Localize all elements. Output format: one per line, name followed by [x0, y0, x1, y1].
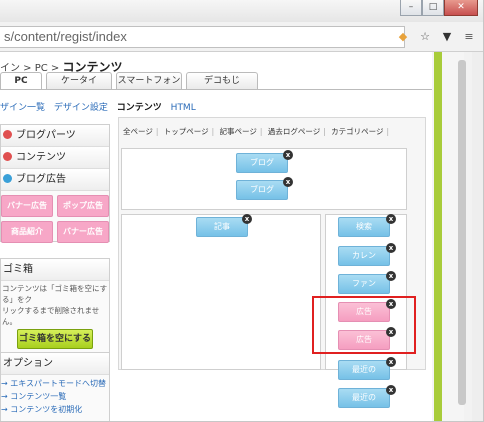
close-icon[interactable]: x	[283, 177, 293, 187]
device-tabs: PC ケータイ スマートフォン デコもじ	[0, 72, 262, 90]
blog-ad-label: ブログ広告	[16, 174, 66, 185]
pocket-icon[interactable]: ▼	[440, 30, 454, 44]
option-panel: オプション → エキスパートモードへ切替 → コンテンツ一覧 → コンテンツを初…	[0, 352, 110, 421]
banner-ad-button-2[interactable]: バナー広告	[57, 221, 109, 243]
blog-parts-icon	[3, 130, 12, 139]
blog-parts-header[interactable]: ブログパーツ	[1, 125, 109, 147]
article-part[interactable]: 記事	[196, 217, 248, 237]
tab-pc[interactable]: PC	[0, 72, 42, 90]
close-icon[interactable]: x	[283, 150, 293, 160]
sub-navigation: ザイン一覧 デザイン設定 コンテンツ HTML	[0, 100, 202, 113]
subnav-design-settings[interactable]: デザイン設定	[54, 103, 108, 113]
trash-title: ゴミ箱	[1, 259, 109, 281]
blog-title-part[interactable]: ブログ	[236, 153, 288, 173]
page-tab-article[interactable]: 記事ページ	[220, 127, 257, 136]
trash-panel: ゴミ箱 コンテンツは「ゴミ箱を空にする」をク リックするまで削除されません。 ゴ…	[0, 258, 110, 354]
parts-panel: ブログパーツ コンテンツ ブログ広告 バナー広告 ポップ広告 商品紹介 バナー広…	[0, 124, 110, 243]
option-contents-list-link[interactable]: → コンテンツ一覧	[1, 390, 106, 403]
option-expert-mode-link[interactable]: → エキスパートモードへ切替	[1, 377, 106, 390]
product-ad-button[interactable]: 商品紹介	[1, 221, 53, 243]
contents-icon	[3, 152, 12, 161]
menu-icon[interactable]: ≡	[462, 30, 476, 44]
fan-part[interactable]: ファン	[338, 274, 390, 294]
side-accent-bar	[434, 52, 442, 421]
close-icon[interactable]: x	[242, 214, 252, 224]
calendar-part[interactable]: カレン	[338, 246, 390, 266]
shield-icon[interactable]: ◆	[396, 30, 410, 44]
url-field[interactable]: s/content/regist/index	[0, 26, 405, 48]
trash-description: コンテンツは「ゴミ箱を空にする」をク リックするまで削除されません。	[1, 283, 109, 327]
close-button[interactable]: ✕	[444, 0, 478, 16]
banner-ad-button[interactable]: バナー広告	[1, 195, 53, 217]
empty-trash-button[interactable]: ゴミ箱を空にする	[17, 329, 93, 349]
trash-text-line-2: リックするまで削除されません。	[2, 306, 100, 326]
browser-window: – □ ✕ s/content/regist/index ◆ ☆ ▼ ≡ イン …	[0, 0, 484, 422]
close-icon[interactable]: x	[386, 357, 396, 367]
subnav-contents[interactable]: コンテンツ	[117, 103, 162, 113]
page-tab-archive[interactable]: 過去ログページ	[268, 127, 320, 136]
search-part[interactable]: 検索	[338, 217, 390, 237]
blog-ad-icon	[3, 174, 12, 183]
trash-text-line-1: コンテンツは「ゴミ箱を空にする」をク	[2, 284, 108, 304]
contents-header[interactable]: コンテンツ	[1, 147, 109, 169]
contents-label: コンテンツ	[16, 152, 66, 163]
title-bar: – □ ✕	[0, 0, 483, 22]
blog-desc-part[interactable]: ブログ	[236, 180, 288, 200]
tab-mobile[interactable]: ケータイ	[46, 72, 112, 90]
pop-ad-button[interactable]: ポップ広告	[57, 195, 109, 217]
page-tab-top[interactable]: トップページ	[164, 127, 209, 136]
minimize-button[interactable]: –	[400, 0, 422, 16]
tab-decomoji[interactable]: デコもじ	[186, 72, 258, 90]
recent-part-1[interactable]: 最近の	[338, 360, 390, 380]
blog-parts-label: ブログパーツ	[16, 130, 76, 141]
star-icon[interactable]: ☆	[418, 30, 432, 44]
close-icon[interactable]: x	[386, 385, 396, 395]
page-tab-category[interactable]: カテゴリページ	[331, 127, 383, 136]
option-list: → エキスパートモードへ切替 → コンテンツ一覧 → コンテンツを初期化	[1, 377, 106, 416]
option-reset-link[interactable]: → コンテンツを初期化	[1, 403, 106, 416]
blog-ad-header[interactable]: ブログ広告	[1, 169, 109, 191]
page-tab-all[interactable]: 全ページ	[123, 127, 153, 136]
subnav-html[interactable]: HTML	[171, 103, 196, 113]
scrollbar-thumb[interactable]	[458, 60, 466, 405]
maximize-button[interactable]: □	[422, 0, 444, 16]
center-area	[121, 214, 321, 370]
close-icon[interactable]: x	[386, 243, 396, 253]
close-icon[interactable]: x	[386, 271, 396, 281]
recent-part-2[interactable]: 最近の	[338, 388, 390, 408]
window-edge	[472, 52, 483, 421]
highlight-box	[312, 296, 416, 354]
tab-divider	[0, 89, 432, 90]
option-title: オプション	[1, 353, 109, 375]
address-bar: s/content/regist/index ◆ ☆ ▼ ≡	[0, 22, 483, 52]
close-icon[interactable]: x	[386, 214, 396, 224]
subnav-design-list[interactable]: ザイン一覧	[0, 103, 45, 113]
tab-smartphone[interactable]: スマートフォン	[116, 72, 182, 90]
page-type-tabs: 全ページ | トップページ | 記事ページ | 過去ログページ | カテゴリページ |	[123, 127, 390, 136]
